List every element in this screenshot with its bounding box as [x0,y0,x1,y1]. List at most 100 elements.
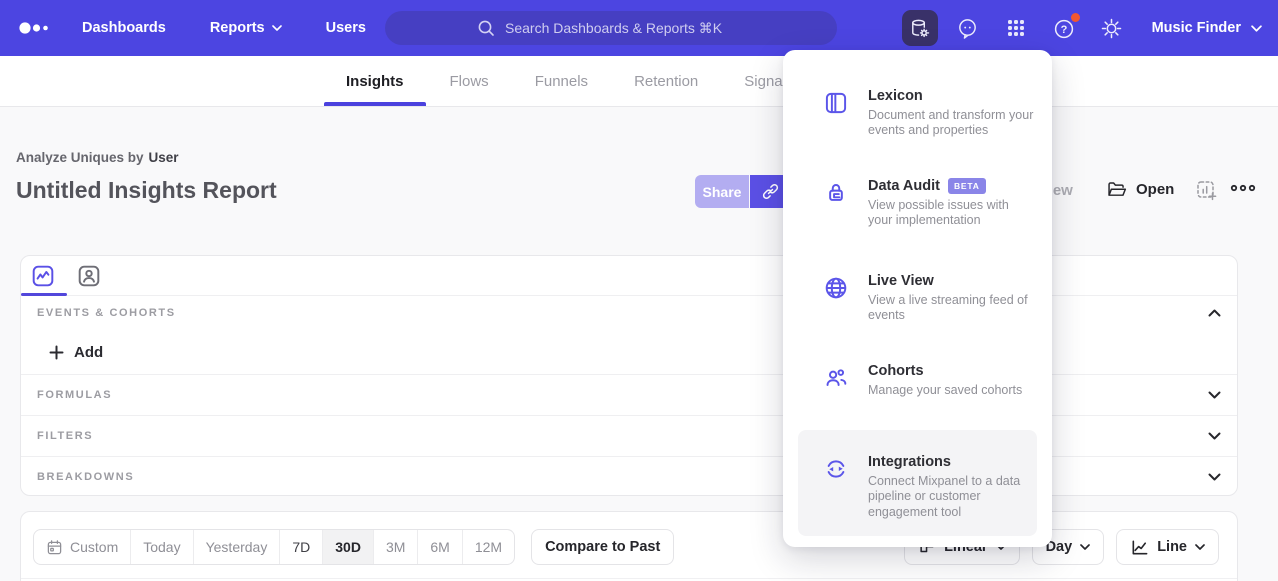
range-3m[interactable]: 3M [374,530,418,564]
date-range-control: Custom Today Yesterday 7D 30D 3M 6M 12M [33,529,515,565]
range-today[interactable]: Today [131,530,193,564]
section-breakdowns-label: BREAKDOWNS [37,471,134,483]
tab-retention-label: Retention [634,73,698,90]
open-report-button[interactable]: Open [1106,179,1174,200]
range-custom[interactable]: Custom [34,530,131,564]
range-yesterday-label: Yesterday [206,539,268,555]
lexicon-book-icon [823,88,849,139]
menu-item-data-audit-desc: View possible issues with your implement… [868,198,1034,229]
live-view-globe-icon [823,273,849,324]
range-12m-label: 12M [475,539,502,555]
nav-dashboards[interactable]: Dashboards [82,20,166,36]
nav-users[interactable]: Users [326,20,366,36]
range-yesterday[interactable]: Yesterday [194,530,281,564]
chevron-down-icon [1195,544,1205,550]
menu-item-live-view[interactable]: Live View View a live streaming feed of … [823,273,1034,324]
menu-item-cohorts-desc: Manage your saved cohorts [868,383,1034,398]
mixpanel-logo-icon[interactable] [18,21,50,35]
add-event-button[interactable]: Add [21,330,1237,374]
analysis-context: Analyze Uniques by User [16,150,179,165]
link-icon [761,182,780,201]
feedback-button[interactable] [950,10,986,46]
chevron-down-icon[interactable] [1208,473,1221,481]
nav-dashboards-label: Dashboards [82,20,166,36]
range-12m[interactable]: 12M [463,530,514,564]
section-breakdowns[interactable]: BREAKDOWNS [21,456,1237,497]
add-to-dashboard-icon [1196,180,1219,203]
range-3m-label: 3M [386,539,405,555]
tab-signal[interactable]: Signal [744,56,786,106]
add-label: Add [74,344,103,361]
global-search[interactable] [385,11,837,45]
tab-funnels[interactable]: Funnels [535,56,588,106]
range-7d-label: 7D [292,539,310,555]
chevron-down-icon[interactable] [1208,391,1221,399]
tab-signal-label: Signal [744,73,786,90]
add-to-dashboard-button[interactable] [1196,180,1219,203]
tab-events-view[interactable] [29,262,57,290]
menu-item-data-audit[interactable]: Data Audit BETA View possible issues wit… [823,178,1034,229]
line-chart-icon [1130,538,1149,557]
help-button[interactable]: ? [1046,10,1082,46]
apps-grid-button[interactable] [998,10,1034,46]
menu-item-live-view-desc: View a live streaming feed of events [868,293,1034,324]
folder-open-icon [1106,179,1127,200]
chevron-up-icon[interactable] [1208,309,1221,317]
ellipsis-icon [1230,183,1256,193]
range-custom-label: Custom [70,539,118,555]
beta-badge: BETA [948,178,986,194]
search-icon [477,19,495,37]
chevron-down-icon[interactable] [1208,432,1221,440]
menu-item-integrations-desc: Connect Mixpanel to a data pipeline or c… [868,474,1037,520]
share-button[interactable]: Share [695,175,749,208]
compare-to-past-button[interactable]: Compare to Past [531,529,674,565]
range-7d[interactable]: 7D [280,530,323,564]
menu-item-data-audit-title: Data Audit [868,178,940,194]
more-options-button[interactable] [1230,183,1256,193]
chart-toolbar-panel: Custom Today Yesterday 7D 30D 3M 6M 12M … [20,511,1238,581]
section-filters-label: FILTERS [37,430,93,442]
tab-retention[interactable]: Retention [634,56,698,106]
report-tabbar: Insights Flows Funnels Retention Signal … [0,56,1278,107]
toolbar-divider [21,578,1237,579]
tab-funnels-label: Funnels [535,73,588,90]
menu-item-integrations-title: Integrations [868,454,951,470]
range-6m[interactable]: 6M [418,530,462,564]
project-selector[interactable]: Music Finder [1152,20,1262,36]
section-formulas[interactable]: FORMULAS [21,374,1237,415]
menu-item-lexicon-title: Lexicon [868,88,923,104]
nav-reports[interactable]: Reports [210,20,282,36]
section-filters[interactable]: FILTERS [21,415,1237,456]
menu-item-cohorts-title: Cohorts [868,363,924,379]
range-today-label: Today [143,539,180,555]
menu-item-integrations[interactable]: Integrations Connect Mixpanel to a data … [798,430,1037,536]
profile-icon [76,263,102,289]
tab-insights[interactable]: Insights [346,56,404,106]
tab-profiles-view[interactable] [75,262,103,290]
cohorts-people-icon [823,363,849,398]
range-6m-label: 6M [430,539,449,555]
range-30d-selected[interactable]: 30D [323,530,374,564]
menu-item-lexicon-desc: Document and transform your events and p… [868,108,1034,139]
settings-button[interactable] [1094,10,1130,46]
chevron-down-icon [1251,25,1262,32]
tab-flows-label: Flows [450,73,489,90]
plus-icon [49,345,64,360]
tab-flows[interactable]: Flows [450,56,489,106]
insights-chart-icon [30,263,56,289]
compare-to-past-label: Compare to Past [545,539,660,555]
chat-bubble-icon [956,17,979,40]
nav-users-label: Users [326,20,366,36]
analysis-context-value[interactable]: User [149,150,179,165]
menu-item-live-view-title: Live View [868,273,934,289]
section-formulas-label: FORMULAS [37,389,112,401]
chevron-down-icon [272,25,282,31]
analysis-context-label: Analyze Uniques by [16,150,144,165]
chart-type-select[interactable]: Line [1116,529,1219,565]
menu-item-cohorts[interactable]: Cohorts Manage your saved cohorts [823,363,1034,398]
menu-item-lexicon[interactable]: Lexicon Document and transform your even… [823,88,1034,139]
section-events-cohorts[interactable]: EVENTS & COHORTS [21,296,1237,330]
data-management-button[interactable] [902,10,938,46]
search-input[interactable] [505,20,745,36]
data-management-menu: Lexicon Document and transform your even… [783,50,1052,547]
